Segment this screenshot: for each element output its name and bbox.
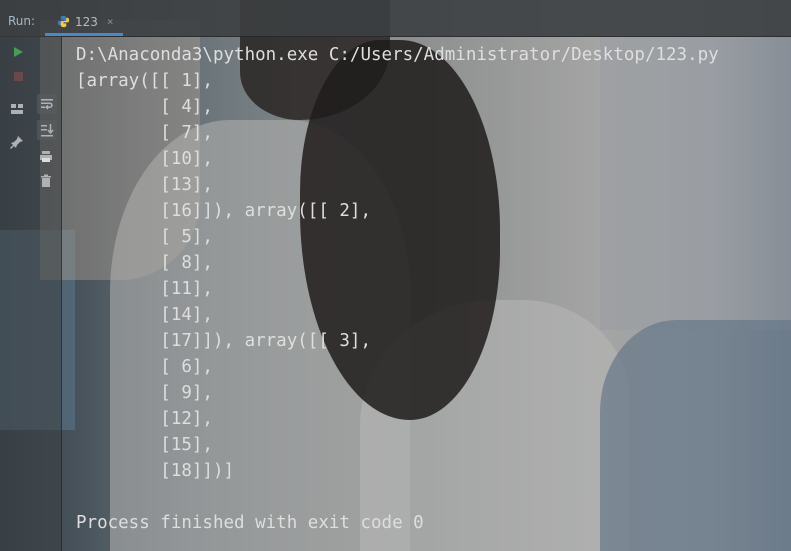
console-output[interactable]: D:\Anaconda3\python.exe C:/Users/Adminis… (76, 42, 786, 536)
console-output-line: [ 6], (76, 357, 213, 377)
console-output-line: [ 5], (76, 227, 213, 247)
run-icon[interactable] (9, 43, 27, 61)
restore-layout-icon[interactable] (8, 100, 26, 118)
console-exit-line: Process finished with exit code 0 (76, 513, 424, 533)
console-output-line: [array([[ 1], (76, 71, 213, 91)
stop-icon[interactable] (9, 67, 27, 85)
console-command-line: D:\Anaconda3\python.exe C:/Users/Adminis… (76, 45, 719, 65)
print-icon[interactable] (37, 147, 55, 165)
console-output-line: [13], (76, 175, 213, 195)
console-output-line: [ 4], (76, 97, 213, 117)
console-output-line: [ 9], (76, 383, 213, 403)
run-toolbar (0, 36, 62, 551)
run-tab-123[interactable]: 123 × (45, 9, 123, 36)
console-output-line: [16]]), array([[ 2], (76, 201, 372, 221)
console-output-line: [15], (76, 435, 213, 455)
console-output-line: [ 7], (76, 123, 213, 143)
console-output-line: [18]])] (76, 461, 235, 481)
pin-icon[interactable] (8, 133, 26, 151)
console-output-line: [14], (76, 305, 213, 325)
close-icon[interactable]: × (107, 15, 114, 28)
trash-icon[interactable] (37, 172, 55, 190)
run-tab-bar: Run: 123 × (0, 0, 791, 37)
console-output-line: [11], (76, 279, 213, 299)
scroll-to-end-icon[interactable] (37, 120, 57, 140)
run-label: Run: (8, 14, 36, 28)
run-tab-label: 123 (75, 14, 98, 29)
console-output-line: [17]]), array([[ 3], (76, 331, 372, 351)
console-output-line: [10], (76, 149, 213, 169)
soft-wrap-icon[interactable] (37, 94, 57, 114)
console-output-line: [12], (76, 409, 213, 429)
python-icon (57, 15, 70, 28)
console-output-line: [ 8], (76, 253, 213, 273)
